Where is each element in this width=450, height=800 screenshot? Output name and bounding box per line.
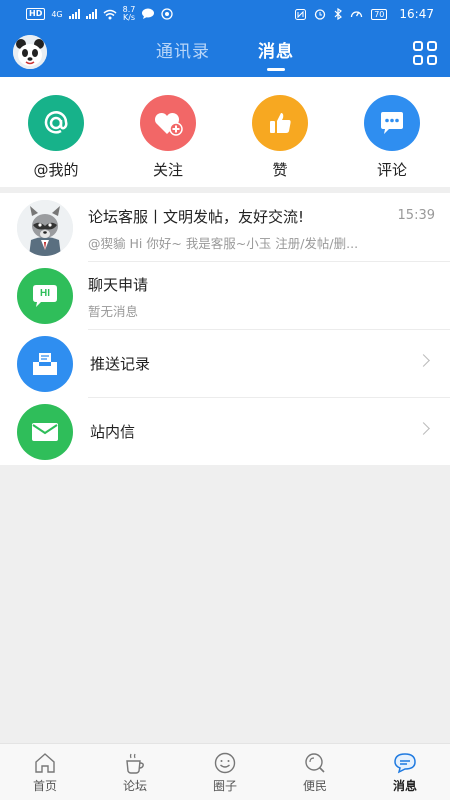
- quick-action-label: @我的: [33, 161, 79, 179]
- comment-icon: [364, 95, 420, 151]
- header-tabs: 通讯录 消息: [0, 28, 450, 77]
- status-time: 16:47: [399, 7, 434, 21]
- top-bar: HD 4G 8.7 K/s 70 16:47 通讯录 消息: [0, 0, 450, 77]
- quick-action-label: 评论: [376, 161, 407, 179]
- message-preview: 暂无消息: [88, 304, 139, 319]
- chevron-right-icon: [417, 422, 430, 435]
- nav-services[interactable]: 便民: [270, 744, 360, 800]
- quick-action-label: 赞: [272, 161, 288, 179]
- signal-icon-2: [85, 9, 97, 19]
- tab-contacts[interactable]: 通讯录: [156, 28, 210, 77]
- quick-action-likes[interactable]: 赞: [245, 95, 315, 180]
- quick-action-follow[interactable]: 关注: [133, 95, 203, 180]
- search-icon: [305, 753, 325, 773]
- list-item-site-mail[interactable]: 站内信: [0, 397, 450, 465]
- alarm-icon: [315, 9, 326, 20]
- chat-bubble-icon: [394, 753, 416, 774]
- message-title: 论坛客服丨文明发帖，友好交流!: [88, 208, 305, 226]
- chevron-right-icon: [417, 354, 430, 367]
- bottom-nav: 首页 论坛 圈子 便民 消息: [0, 743, 450, 800]
- inbox-icon: [17, 336, 73, 392]
- heart-plus-icon: [140, 95, 196, 151]
- nav-label: 圈子: [212, 779, 237, 793]
- nav-messages[interactable]: 消息: [360, 744, 450, 800]
- quick-actions: @我的 关注 赞 评论: [0, 77, 450, 187]
- signal-icon: [68, 9, 80, 19]
- speed-readout: 8.7 K/s: [123, 6, 136, 22]
- link-label: 推送记录: [90, 355, 151, 373]
- mail-icon: [17, 404, 73, 460]
- app-status-icon: [161, 8, 174, 20]
- coffee-icon: [126, 753, 144, 774]
- status-bar: HD 4G 8.7 K/s 70 16:47: [0, 0, 450, 28]
- home-icon: [35, 753, 55, 773]
- nav-circles[interactable]: 圈子: [180, 744, 270, 800]
- message-title: 聊天申请: [88, 276, 149, 294]
- network-label: 4G: [51, 9, 63, 19]
- nav-label: 首页: [32, 779, 57, 793]
- smile-circle-icon: [214, 752, 236, 774]
- bluetooth-icon: [334, 8, 343, 20]
- tab-messages[interactable]: 消息: [258, 28, 294, 77]
- raccoon-avatar: [17, 200, 73, 256]
- hi-chat-icon: HI: [17, 268, 73, 324]
- nav-forum[interactable]: 论坛: [90, 744, 180, 800]
- gauge-icon: [351, 11, 363, 18]
- hd-badge: HD: [26, 8, 46, 20]
- list-item-chat-request[interactable]: HI 聊天申请 暂无消息: [0, 261, 450, 329]
- list-item-forum-service[interactable]: 论坛客服丨文明发帖，友好交流! @猰貐 Hi 你好~ 我是客服~小玉 注册/发帖…: [0, 193, 450, 261]
- grid-menu-icon[interactable]: [413, 41, 437, 65]
- speed-unit: K/s: [122, 13, 136, 22]
- hi-label: HI: [40, 288, 50, 299]
- thumbs-up-icon: [252, 95, 308, 151]
- nav-label: 消息: [392, 779, 417, 793]
- link-label: 站内信: [90, 423, 136, 441]
- battery-icon: 70: [371, 8, 388, 20]
- message-list: 论坛客服丨文明发帖，友好交流! @猰貐 Hi 你好~ 我是客服~小玉 注册/发帖…: [0, 193, 450, 465]
- header: 通讯录 消息: [0, 28, 450, 77]
- quick-action-mentions[interactable]: @我的: [21, 95, 91, 180]
- message-preview: @猰貐 Hi 你好~ 我是客服~小玉 注册/发帖/删...: [88, 236, 359, 251]
- chat-status-icon: [142, 8, 155, 19]
- nav-home[interactable]: 首页: [0, 744, 90, 800]
- quick-action-label: 关注: [152, 161, 183, 179]
- nfc-icon: [295, 8, 307, 20]
- quick-action-comments[interactable]: 评论: [357, 95, 427, 180]
- list-item-push-history[interactable]: 推送记录: [0, 329, 450, 397]
- nav-label: 便民: [302, 779, 327, 793]
- nav-label: 论坛: [122, 779, 147, 793]
- wifi-icon: [103, 9, 117, 19]
- at-icon: [28, 95, 84, 151]
- message-time: 15:39: [397, 208, 435, 223]
